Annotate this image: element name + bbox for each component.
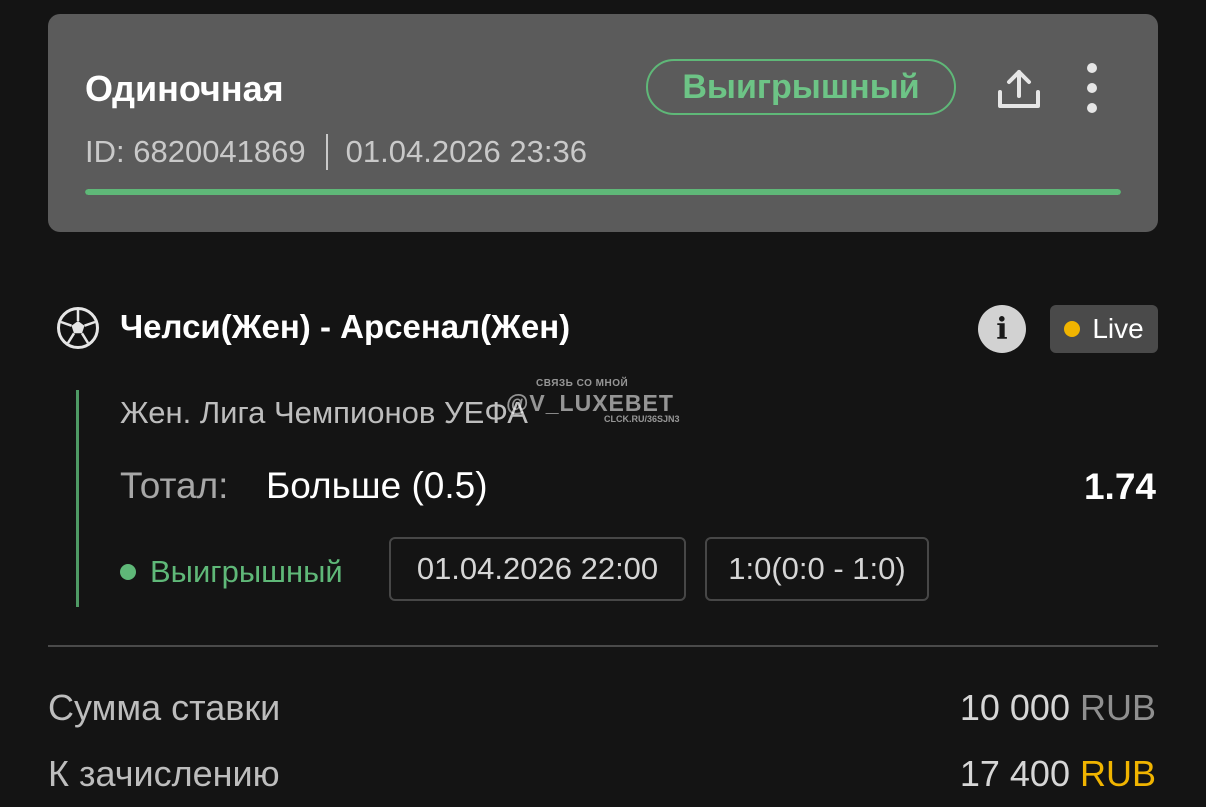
soccer-ball-icon — [56, 306, 100, 350]
result-status-label: Выигрышный — [150, 554, 343, 589]
payout-label: К зачислению — [48, 753, 280, 794]
bet-details-screen: Одиночная ID: 6820041869 01.04.2026 23:3… — [0, 0, 1206, 807]
bet-type-title: Одиночная — [85, 68, 284, 109]
more-options-button[interactable] — [1078, 62, 1106, 118]
result-status: Выигрышный — [120, 554, 343, 590]
market-label: Тотал: — [120, 465, 229, 506]
event-accent-bar — [76, 390, 79, 607]
live-dot-icon — [1064, 321, 1081, 337]
league-name: Жен. Лига Чемпионов УЕФА — [120, 395, 528, 430]
stake-label: Сумма ставки — [48, 687, 281, 728]
status-dot-icon — [120, 564, 136, 580]
share-button[interactable] — [994, 64, 1044, 114]
payout-amount: 17 400 — [959, 753, 1070, 794]
watermark-top-text: СВЯЗЬ СО МНОЙ — [536, 378, 629, 389]
live-badge: Live — [1050, 305, 1158, 353]
bet-meta: ID: 6820041869 01.04.2026 23:36 — [85, 134, 587, 170]
bet-progress-bar — [85, 189, 1121, 195]
bet-datetime: 01.04.2026 23:36 — [345, 134, 587, 169]
event-score-tag: 1:0(0:0 - 1:0) — [705, 537, 929, 601]
watermark: СВЯЗЬ СО МНОЙ @V_LUXEBET CLCK.RU/36SJN3 — [506, 378, 706, 430]
payout-currency: RUB — [1079, 753, 1156, 794]
stake-amount: 10 000 — [959, 687, 1070, 728]
divider — [48, 645, 1158, 647]
stake-currency: RUB — [1079, 687, 1156, 728]
watermark-link: CLCK.RU/36SJN3 — [604, 414, 680, 424]
payout-value: 17 400 RUB — [960, 753, 1156, 795]
stake-value: 10 000 RUB — [960, 687, 1156, 729]
live-label: Live — [1092, 313, 1144, 344]
info-button[interactable]: i — [978, 305, 1026, 353]
bet-header-card: Одиночная ID: 6820041869 01.04.2026 23:3… — [48, 14, 1158, 232]
watermark-brand: @V_LUXEBET — [506, 390, 674, 416]
more-vertical-icon — [1087, 63, 1097, 113]
bet-id: ID: 6820041869 — [85, 134, 306, 169]
odds-value: 1.74 — [1083, 466, 1156, 507]
selection-value: Больше (0.5) — [266, 465, 488, 506]
share-upload-icon — [998, 70, 1040, 108]
bet-status-pill: Выигрышный — [646, 59, 956, 115]
match-title[interactable]: Челси(Жен) - Арсенал(Жен) — [120, 308, 570, 346]
info-icon: i — [996, 311, 1008, 347]
bet-progress-fill — [85, 189, 1121, 195]
event-datetime-tag: 01.04.2026 22:00 — [389, 537, 686, 601]
meta-separator — [325, 134, 328, 170]
